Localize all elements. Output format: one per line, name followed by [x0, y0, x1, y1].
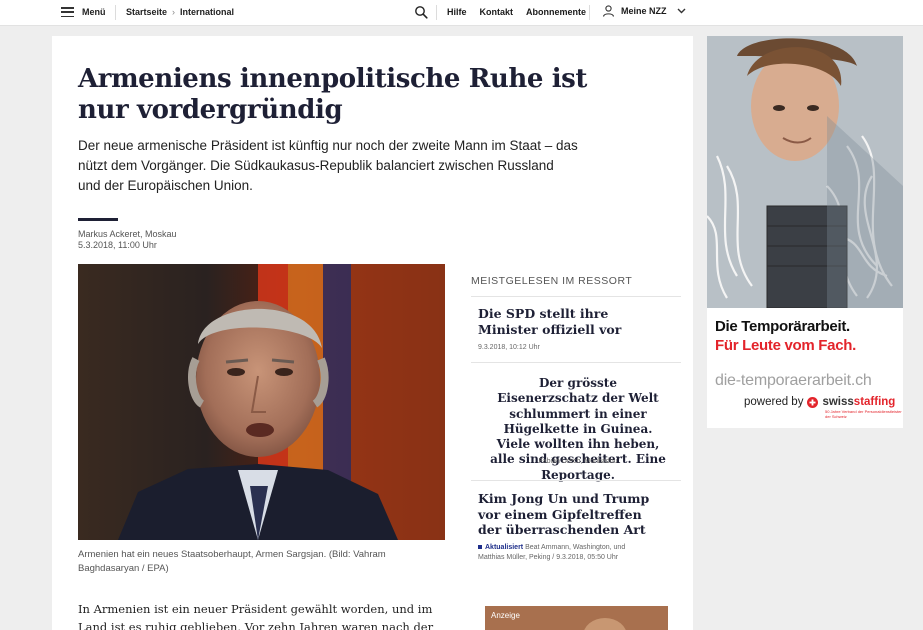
ad-url[interactable]: die-temporaerarbeit.ch	[715, 372, 872, 390]
most-read-divider	[471, 296, 681, 297]
article-date: 5.3.2018, 11:00 Uhr	[78, 240, 157, 250]
swiss-cross-icon	[807, 396, 819, 408]
most-read-heading: MEISTGELESEN IM RESSORT	[471, 275, 633, 287]
article-author[interactable]: Markus Ackeret, Moskau	[78, 229, 177, 239]
top-navigation: Menü Startseite › International Hilfe Ko…	[0, 0, 923, 26]
hamburger-icon	[61, 7, 74, 17]
most-read-divider	[471, 362, 681, 363]
nav-link-contact[interactable]: Kontakt	[480, 7, 514, 17]
update-indicator-icon	[478, 545, 482, 550]
photo-caption: Armenien hat ein neues Staatsoberhaupt, …	[78, 549, 386, 574]
ad-banner[interactable]: Die Temporärarbeit. Für Leute vom Fach. …	[707, 36, 903, 428]
menu-label: Menü	[82, 7, 106, 17]
article-body: In Armenien ist ein neuer Präsident gewä…	[78, 602, 434, 630]
most-read-item-title[interactable]: Kim Jong Un und Trump vor einem Gipfeltr…	[478, 491, 668, 538]
menu-button[interactable]: Menü	[61, 7, 106, 17]
nav-divider	[115, 5, 116, 20]
most-read-item-meta: Aktualisiert Beat Ammann, Washington, un…	[478, 543, 653, 563]
ad-powered-by: powered by swissstaffing	[744, 396, 895, 408]
breadcrumb-section[interactable]: International	[180, 7, 234, 17]
title-rule	[78, 218, 118, 221]
nav-divider	[436, 5, 437, 20]
native-ad-teaser[interactable]: Anzeige	[485, 606, 668, 630]
most-read-item-author: Fabian Urech, Moribadou	[538, 458, 618, 465]
article-panel: Armeniens innenpolitische Ruhe ist nur v…	[52, 36, 693, 630]
updated-badge: Aktualisiert	[485, 544, 524, 551]
ad-brand-tagline: 50 Jahre Verband der Personaldienstleist…	[825, 409, 902, 419]
most-read-item-title[interactable]: Die SPD stellt ihre Minister offiziell v…	[478, 306, 668, 337]
article-lead: Der neue armenische Präsident ist künfti…	[78, 138, 578, 193]
user-icon	[602, 5, 615, 17]
article-title: Armeniens innenpolitische Ruhe ist nur v…	[78, 64, 588, 125]
nav-divider	[589, 5, 590, 20]
breadcrumb-home[interactable]: Startseite	[126, 7, 167, 17]
account-label: Meine NZZ	[621, 6, 667, 16]
ad-brand-logo: swissstaffing	[822, 396, 896, 408]
most-read-divider	[471, 480, 681, 481]
chevron-down-icon	[677, 8, 686, 14]
search-icon[interactable]	[414, 5, 428, 19]
ad-headline: Die Temporärarbeit.	[715, 318, 850, 335]
ad-photo	[707, 36, 903, 308]
breadcrumb: Startseite › International	[126, 7, 234, 17]
nav-links: Hilfe Kontakt Abonnemente	[447, 7, 586, 17]
ad-subheadline: Für Leute vom Fach.	[715, 337, 856, 354]
nav-link-help[interactable]: Hilfe	[447, 7, 467, 17]
account-menu-button[interactable]: Meine NZZ	[602, 5, 686, 17]
nav-link-subscriptions[interactable]: Abonnemente	[526, 7, 586, 17]
most-read-item-title[interactable]: Der grösste Eisenerzschatz der Welt schl…	[488, 376, 668, 483]
most-read-item-date: 9.3.2018, 10:12 Uhr	[478, 344, 540, 351]
chevron-right-icon: ›	[172, 7, 176, 17]
article-photo[interactable]	[78, 264, 445, 540]
ad-powered-label: powered by	[744, 396, 804, 408]
